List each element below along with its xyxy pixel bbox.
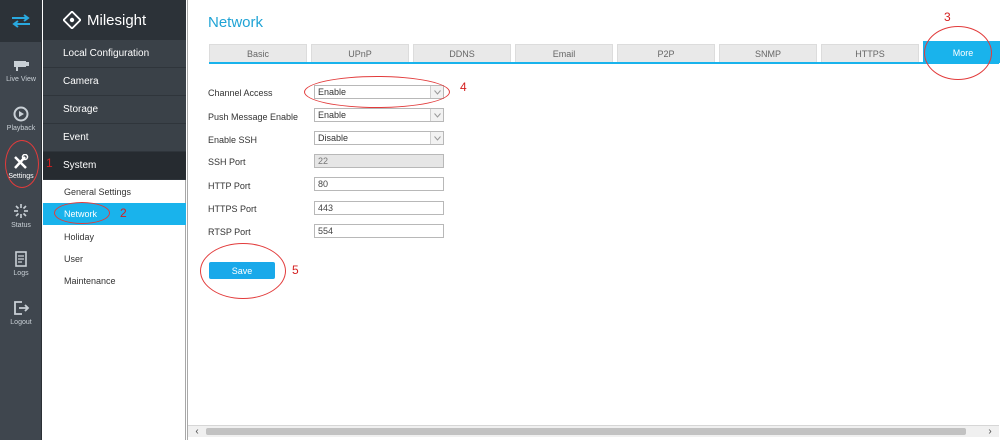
menu-item-label: Local Configuration	[63, 48, 150, 59]
tab-snmp[interactable]: SNMP	[719, 44, 817, 62]
brand-logo: Milesight	[43, 0, 186, 40]
sub-item-label: Holiday	[64, 232, 95, 242]
enable-ssh-label: Enable SSH	[208, 135, 258, 145]
push-message-value: Enable	[318, 110, 347, 120]
sub-item-label: User	[64, 254, 84, 264]
tab-ddns[interactable]: DDNS	[413, 44, 511, 62]
sub-item-maintenance[interactable]: Maintenance	[43, 270, 186, 292]
annotation-number: 3	[944, 10, 951, 24]
menu-item-storage[interactable]: Storage	[43, 96, 186, 124]
enable-ssh-select[interactable]: Disable	[314, 131, 444, 145]
milesight-logo-icon	[63, 11, 81, 29]
tab-p2p[interactable]: P2P	[617, 44, 715, 62]
menu-item-label: System	[63, 160, 97, 171]
menu-toggle-button[interactable]	[0, 0, 42, 42]
scrollbar-thumb[interactable]	[206, 428, 966, 435]
annotation-number: 1	[46, 156, 53, 170]
rail-label: Status	[11, 222, 31, 229]
rail-label: Logs	[13, 270, 29, 277]
network-tabs: Basic UPnP DDNS Email P2P SNMP HTTPS Mor…	[209, 41, 1000, 63]
tab-https[interactable]: HTTPS	[821, 44, 919, 62]
chevron-down-icon	[430, 132, 443, 144]
logout-icon	[14, 301, 30, 315]
rail-logs[interactable]: Logs	[0, 242, 42, 286]
menu-item-system[interactable]: System	[43, 152, 186, 180]
http-port-label: HTTP Port	[208, 181, 251, 191]
annotation-circle-more-tab	[924, 26, 992, 80]
chevron-down-icon	[430, 109, 443, 121]
annotation-circle-settings	[5, 140, 39, 188]
push-message-select[interactable]: Enable	[314, 108, 444, 122]
sub-item-user[interactable]: User	[43, 248, 186, 270]
annotation-circle-save	[200, 243, 286, 299]
menu-item-local-configuration[interactable]: Local Configuration	[43, 40, 186, 68]
live-view-icon	[14, 61, 29, 71]
rail-status[interactable]: Status	[0, 194, 42, 238]
tab-email[interactable]: Email	[515, 44, 613, 62]
enable-ssh-value: Disable	[318, 133, 349, 143]
rail-live-view[interactable]: Live View	[0, 48, 42, 92]
network-settings-content: Network Basic UPnP DDNS Email P2P SNMP H…	[187, 0, 1000, 440]
annotation-circle-network	[54, 202, 110, 224]
sub-item-label: General Settings	[64, 187, 132, 197]
annotation-number: 2	[120, 206, 127, 220]
playback-icon	[13, 106, 29, 122]
tab-upnp[interactable]: UPnP	[311, 44, 409, 62]
rail-logout[interactable]: Logout	[0, 291, 42, 335]
scroll-right-icon[interactable]: ›	[983, 426, 997, 437]
menu-item-event[interactable]: Event	[43, 124, 186, 152]
channel-access-label: Channel Access	[208, 88, 273, 98]
http-port-input[interactable]: 80	[314, 177, 444, 191]
horizontal-scrollbar[interactable]: ‹ ›	[188, 425, 999, 437]
annotation-number: 5	[292, 263, 299, 277]
rtsp-port-label: RTSP Port	[208, 227, 251, 237]
sub-item-general-settings[interactable]: General Settings	[43, 181, 186, 203]
rail-label: Playback	[6, 125, 36, 132]
brand-name: Milesight	[87, 11, 147, 29]
https-port-label: HTTPS Port	[208, 204, 257, 214]
ssh-port-input: 22	[314, 154, 444, 168]
annotation-number: 4	[460, 80, 467, 94]
rail-label: Live View	[6, 76, 36, 83]
sub-item-label: Maintenance	[64, 276, 116, 286]
menu-item-camera[interactable]: Camera	[43, 68, 186, 96]
menu-item-label: Event	[63, 132, 89, 143]
sub-item-holiday[interactable]: Holiday	[43, 226, 186, 248]
rail-label: Logout	[10, 319, 32, 326]
icon-rail: Live View Playback Settings Status Logs …	[0, 0, 42, 440]
tab-underline	[209, 62, 999, 64]
rail-playback[interactable]: Playback	[0, 97, 42, 141]
menu-item-label: Camera	[63, 76, 99, 87]
page-title: Network	[208, 14, 264, 31]
https-port-input[interactable]: 443	[314, 201, 444, 215]
tab-basic[interactable]: Basic	[209, 44, 307, 62]
menu-item-label: Storage	[63, 104, 99, 115]
push-message-label: Push Message Enable	[208, 112, 299, 122]
swap-arrows-icon	[12, 14, 30, 28]
logs-icon	[15, 251, 27, 267]
ssh-port-label: SSH Port	[208, 157, 246, 167]
annotation-circle-channel-access	[304, 76, 450, 108]
rtsp-port-input[interactable]: 554	[314, 224, 444, 238]
scroll-left-icon[interactable]: ‹	[190, 426, 204, 437]
status-icon	[14, 204, 28, 218]
